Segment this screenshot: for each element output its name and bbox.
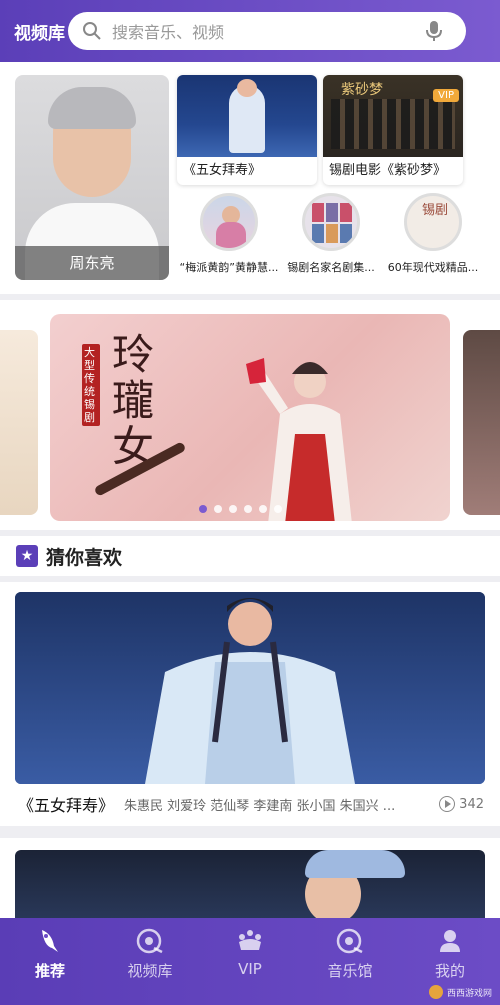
banner-performer <box>246 358 352 521</box>
search-bar[interactable]: 搜索音乐、视频 <box>68 12 466 50</box>
brand-title[interactable]: 视频库 <box>14 19 70 44</box>
watermark-logo-icon <box>428 985 443 999</box>
carousel-dot[interactable] <box>228 505 237 513</box>
recommend-video-card[interactable] <box>0 838 500 930</box>
music-disc-icon <box>336 928 363 954</box>
video-thumbnail <box>15 592 485 784</box>
profile-icon <box>440 930 460 952</box>
banner-carousel[interactable]: 大型传统锡剧 玲瓏女 <box>0 300 500 530</box>
carousel-dot[interactable] <box>198 505 207 513</box>
carousel-dot[interactable] <box>213 505 222 513</box>
nav-video-library[interactable]: 视频库 <box>100 918 200 1005</box>
album-label: “梅派黄韵”黄静慧... <box>179 261 279 274</box>
cast-list: 朱惠民 刘爱玲 范仙琴 李建南 张小国 朱国兴 ... <box>124 798 396 814</box>
video-card[interactable]: 紫砂梦 VIP 锡剧电影《紫砂梦》 <box>323 75 463 185</box>
watermark: 西西游戏网 <box>428 985 492 999</box>
vip-crown-icon <box>239 930 261 950</box>
banner-slide[interactable]: 大型传统锡剧 玲瓏女 <box>50 314 450 521</box>
carousel-dot[interactable] <box>273 505 282 513</box>
microphone-icon[interactable] <box>424 20 444 42</box>
album-circle[interactable]: 锡剧 <box>404 193 462 251</box>
nav-vip[interactable]: VIP <box>200 918 300 1005</box>
video-title: 《五女拜寿》 <box>183 163 262 178</box>
album-circle[interactable] <box>200 193 258 251</box>
play-icon <box>439 796 456 812</box>
carousel-indicators <box>50 505 450 513</box>
nav-recommend[interactable]: 推荐 <box>0 918 100 1005</box>
video-card[interactable]: 《五女拜寿》 <box>177 75 317 185</box>
play-count: 342 <box>439 796 484 812</box>
search-placeholder: 搜索音乐、视频 <box>112 23 225 42</box>
recommend-header: ★ 猜你喜欢 <box>0 536 500 576</box>
video-library-icon <box>136 928 163 954</box>
recommend-video-card[interactable]: 《五女拜寿》 朱惠民 刘爱玲 范仙琴 李建南 张小国 朱国兴 ... 342 <box>0 582 500 826</box>
banner-title: 玲瓏女 <box>112 330 155 471</box>
featured-section: 周东亮 《五女拜寿》 紫砂梦 VIP 锡剧电影《紫砂梦》 “梅派黄韵”黄静慧..… <box>0 62 500 294</box>
video-thumbnail <box>177 75 317 157</box>
vip-badge: VIP <box>433 89 459 102</box>
banner-subtitle: 大型传统锡剧 <box>82 344 100 426</box>
nav-music-hall[interactable]: 音乐馆 <box>300 918 400 1005</box>
carousel-prev-slide[interactable] <box>0 330 38 515</box>
star-icon: ★ <box>16 545 38 567</box>
artist-name: 周东亮 <box>15 246 169 280</box>
video-thumbnail: 紫砂梦 VIP <box>323 75 463 157</box>
carousel-next-slide[interactable] <box>463 330 500 515</box>
album-label: 60年现代戏精品... <box>387 261 479 274</box>
featured-artist-card[interactable]: 周东亮 <box>15 75 169 280</box>
carousel-dot[interactable] <box>258 505 267 513</box>
album-circle[interactable] <box>302 193 360 251</box>
search-icon <box>83 22 101 40</box>
section-title: 猜你喜欢 <box>46 546 123 569</box>
carousel-dot[interactable] <box>243 505 252 513</box>
video-title: 锡剧电影《紫砂梦》 <box>329 163 447 178</box>
bottom-navigation: 推荐 视频库 VIP 音乐馆 我的 西西游戏网 <box>0 918 500 1005</box>
recommend-icon <box>42 930 58 952</box>
video-title: 《五女拜寿》 <box>18 796 115 815</box>
top-bar: 视频库 搜索音乐、视频 <box>0 0 500 62</box>
album-label: 锡剧名家名剧集... <box>287 261 375 274</box>
